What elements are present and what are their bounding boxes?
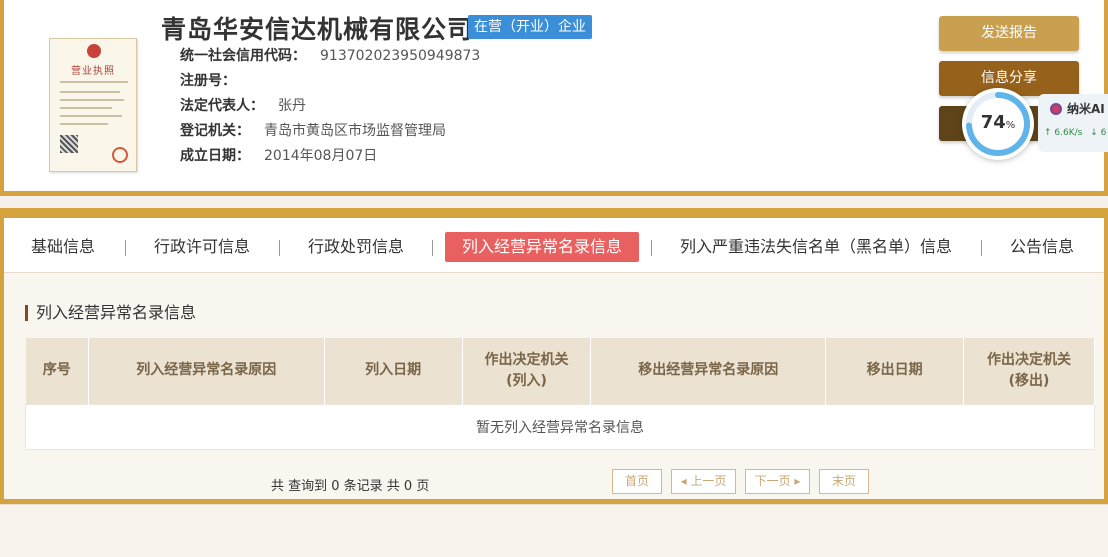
tab-abnormal-list[interactable]: 列入经营异常名录信息	[445, 232, 640, 262]
tab-divider	[279, 240, 280, 256]
send-report-button[interactable]: 发送报告	[939, 16, 1079, 51]
col-header-list-date: 列入日期	[324, 338, 463, 404]
tab-bar: 基础信息 行政许可信息 行政处罚信息 列入经营异常名录信息 列入严重违法失信名单…	[4, 218, 1104, 273]
next-page-button[interactable]: 下一页 ▸	[745, 469, 810, 494]
col-header-list-reason: 列入经营异常名录原因	[88, 338, 325, 404]
established-value: 2014年08月07日	[264, 148, 378, 164]
credit-code-value: 913702023950949873	[320, 48, 481, 64]
info-row-legal-rep: 法定代表人： 张丹	[180, 96, 306, 116]
detail-section: 基础信息 行政许可信息 行政处罚信息 列入经营异常名录信息 列入严重违法失信名单…	[0, 208, 1108, 504]
col-header-remove-reason: 移出经营异常名录原因	[590, 338, 827, 404]
empty-message: 暂无列入经营异常名录信息	[25, 403, 1095, 450]
download-speed: ↓ 6	[1090, 128, 1107, 138]
tab-divider	[432, 240, 433, 256]
nano-ai-logo-icon	[1050, 103, 1062, 115]
gauge-percent: 74%	[980, 112, 1016, 133]
tab-announcements[interactable]: 公告信息	[1010, 232, 1074, 262]
license-title: 营业执照	[71, 66, 115, 77]
info-label: 成立日期：	[180, 148, 250, 164]
tab-admin-license[interactable]: 行政许可信息	[154, 232, 250, 262]
license-text-line	[60, 99, 124, 101]
first-page-button[interactable]: 首页	[612, 469, 662, 494]
pager-summary: 共 查询到 0 条记录 共 0 页	[271, 479, 430, 494]
license-text-line	[60, 107, 112, 109]
tab-divider	[125, 240, 126, 256]
page-footer-area	[0, 504, 1108, 557]
license-text-line	[60, 91, 120, 93]
upload-speed: ↑ 6.6K/s	[1044, 128, 1083, 138]
section-title: 列入经营异常名录信息	[25, 305, 196, 321]
authority-value: 青岛市黄岛区市场监督管理局	[264, 123, 446, 139]
info-label: 法定代表人：	[180, 98, 264, 114]
info-label: 登记机关：	[180, 123, 250, 139]
legal-rep-value: 张丹	[278, 98, 306, 114]
table-header-row: 序号 列入经营异常名录原因 列入日期 作出决定机关(列入) 移出经营异常名录原因…	[25, 338, 1095, 404]
tab-basic-info[interactable]: 基础信息	[31, 232, 95, 262]
info-row-authority: 登记机关： 青岛市黄岛区市场监督管理局	[180, 121, 446, 141]
info-label: 注册号：	[180, 73, 236, 89]
col-header-list-authority: 作出决定机关(列入)	[462, 338, 592, 404]
company-name: 青岛华安信达机械有限公司	[161, 15, 474, 44]
info-row-reg-number: 注册号：	[180, 71, 250, 91]
usage-gauge[interactable]: 74%	[962, 88, 1034, 160]
status-badge: 在营（开业）企业	[468, 15, 592, 39]
tab-divider	[651, 240, 652, 256]
tab-admin-penalty[interactable]: 行政处罚信息	[308, 232, 404, 262]
ai-name: 纳米AI	[1050, 100, 1105, 117]
license-text-line	[60, 123, 108, 125]
table-row: 暂无列入经营异常名录信息	[25, 403, 1095, 450]
info-row-established: 成立日期： 2014年08月07日	[180, 146, 377, 166]
last-page-button[interactable]: 末页	[819, 469, 869, 494]
tab-blacklist[interactable]: 列入严重违法失信名单（黑名单）信息	[680, 232, 952, 262]
official-seal-icon	[112, 147, 128, 163]
ai-panel[interactable]: 纳米AI ↑ 6.6K/s ↓ 6	[1038, 94, 1108, 152]
nano-ai-widget[interactable]: 74% 纳米AI ↑ 6.6K/s ↓ 6	[962, 88, 1108, 160]
business-license-image[interactable]: 营业执照	[49, 38, 137, 172]
abnormal-list-table: 序号 列入经营异常名录原因 列入日期 作出决定机关(列入) 移出经营异常名录原因…	[25, 338, 1095, 450]
company-header-card: 营业执照 青岛华安信达机械有限公司 在营（开业）企业 统一社会信用代码： 9137…	[0, 0, 1108, 196]
col-header-remove-authority: 作出决定机关(移出)	[963, 338, 1095, 404]
qr-code-icon	[60, 135, 78, 153]
info-label: 统一社会信用代码：	[180, 48, 306, 64]
prev-page-button[interactable]: ◂ 上一页	[671, 469, 736, 494]
national-emblem-icon	[87, 44, 101, 58]
col-header-remove-date: 移出日期	[825, 338, 965, 404]
license-text-line	[60, 81, 128, 83]
col-header-index: 序号	[25, 338, 89, 404]
info-row-credit-code: 统一社会信用代码： 913702023950949873	[180, 46, 480, 66]
tab-divider	[981, 240, 982, 256]
license-text-line	[60, 115, 122, 117]
network-speed: ↑ 6.6K/s ↓ 6	[1044, 128, 1106, 138]
